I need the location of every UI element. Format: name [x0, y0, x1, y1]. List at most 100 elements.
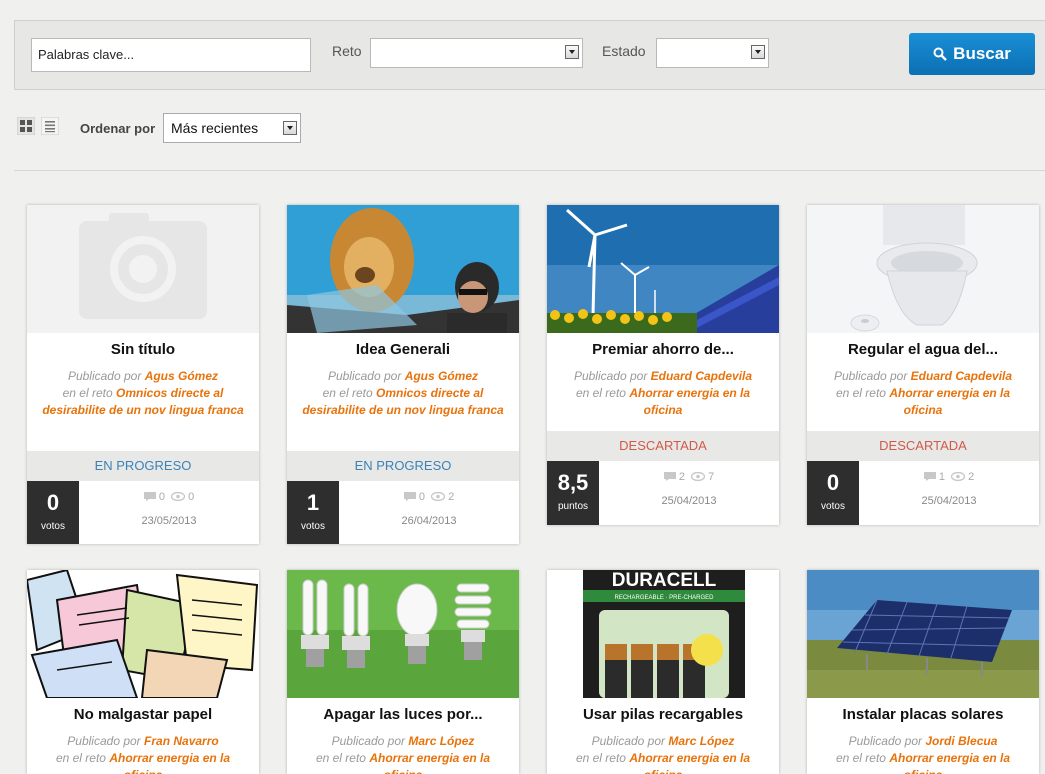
battery-brand-text: DURACELL: [612, 570, 717, 591]
author-link[interactable]: Jordi Blecua: [925, 734, 997, 748]
list-view-icon[interactable]: [41, 117, 60, 135]
grid-view-icon[interactable]: [17, 117, 35, 135]
card-title[interactable]: Regular el agua del...: [807, 341, 1039, 358]
views-icon: [691, 471, 706, 483]
status-badge: EN PROGRESO: [287, 451, 519, 481]
card-title[interactable]: Sin título: [27, 341, 259, 358]
views-count: 7: [708, 471, 715, 483]
idea-card[interactable]: Idea Generali Publicado por Agus Gómez e…: [287, 205, 519, 544]
author-link[interactable]: Eduard Capdevila: [651, 369, 752, 383]
reto-select[interactable]: [370, 38, 583, 68]
published-by-text: Publicado por: [67, 734, 141, 748]
comments-count: 0: [158, 491, 165, 503]
chevron-down-icon[interactable]: [751, 45, 765, 59]
card-image-bulbs: [287, 570, 519, 698]
card-byline: Publicado por Agus Gómez en el reto Omni…: [301, 368, 505, 419]
author-link[interactable]: Agus Gómez: [145, 369, 218, 383]
card-title[interactable]: Apagar las luces por...: [287, 706, 519, 723]
comments-icon: [923, 471, 936, 483]
challenge-link[interactable]: Ahorrar energia en la oficina: [889, 751, 1010, 774]
card-date: 23/05/2013: [141, 515, 197, 527]
idea-card[interactable]: Apagar las luces por... Publicado por Ma…: [287, 570, 519, 774]
comments-icon: [663, 471, 676, 483]
idea-card[interactable]: Sin título Publicado por Agus Gómez en e…: [27, 205, 259, 544]
vote-box[interactable]: 0 votos: [27, 481, 79, 544]
card-byline: Publicado por Marc López en el reto Ahor…: [301, 733, 505, 774]
card-byline: Publicado por Eduard Capdevila en el ret…: [821, 368, 1025, 419]
views-count: 2: [968, 471, 975, 483]
camera-icon: [79, 213, 207, 319]
status-badge: DESCARTADA: [807, 431, 1039, 461]
vote-unit: votos: [821, 501, 845, 512]
views-icon: [431, 491, 446, 503]
published-by-text: Publicado por: [331, 734, 406, 748]
card-image-batteries: DURACELL RECHARGEABLE · PRE-CHARGED: [547, 570, 779, 698]
idea-card[interactable]: Premiar ahorro de... Publicado por Eduar…: [547, 205, 779, 525]
score-unit: puntos: [557, 501, 589, 512]
card-title[interactable]: No malgastar papel: [27, 706, 259, 723]
challenge-prefix: en el reto: [575, 751, 626, 765]
author-link[interactable]: Marc López: [408, 734, 474, 748]
challenge-link[interactable]: Ahorrar energia en la oficina: [629, 751, 750, 774]
card-date: 25/04/2013: [661, 495, 717, 507]
card-byline: Publicado por Jordi Blecua en el reto Ah…: [821, 733, 1025, 774]
card-image-placeholder: [27, 205, 259, 333]
challenge-link[interactable]: Ahorrar energia en la oficina: [109, 751, 230, 774]
search-button[interactable]: Buscar: [909, 33, 1035, 75]
search-icon: [933, 47, 948, 61]
challenge-link[interactable]: Ahorrar energia en la oficina: [629, 386, 750, 417]
challenge-prefix: en el reto: [835, 751, 886, 765]
vote-count: 0: [826, 470, 840, 495]
chevron-down-icon[interactable]: [565, 45, 579, 59]
reto-label: Reto: [332, 43, 362, 59]
card-meta: 2 7 25/04/2013: [599, 471, 779, 507]
search-panel: Palabras clave... Reto Estado Buscar: [14, 20, 1045, 90]
status-badge: EN PROGRESO: [27, 451, 259, 481]
idea-card[interactable]: No malgastar papel Publicado por Fran Na…: [27, 570, 259, 774]
challenge-link[interactable]: Ahorrar energia en la oficina: [889, 386, 1010, 417]
published-by-text: Publicado por: [591, 734, 666, 748]
views-count: 2: [448, 491, 455, 503]
comments-icon: [403, 491, 416, 503]
estado-select[interactable]: [656, 38, 769, 68]
chevron-down-icon[interactable]: [283, 121, 297, 135]
card-image-lion-car: [287, 205, 519, 333]
card-title[interactable]: Usar pilas recargables: [547, 706, 779, 723]
card-image-wind-solar: [547, 205, 779, 333]
published-by-text: Publicado por: [833, 369, 908, 383]
views-icon: [951, 471, 966, 483]
vote-box[interactable]: 1 votos: [287, 481, 339, 544]
comments-count: 0: [418, 491, 425, 503]
vote-box[interactable]: 0 votos: [807, 461, 859, 525]
order-label: Ordenar por: [80, 121, 156, 136]
search-button-label: Buscar: [953, 44, 1011, 63]
views-count: 0: [188, 491, 195, 503]
challenge-prefix: en el reto: [62, 386, 113, 400]
vote-box[interactable]: 8,5 puntos: [547, 461, 599, 525]
view-switcher: [17, 117, 61, 135]
order-select-value: Más recientes: [171, 120, 259, 136]
card-title[interactable]: Idea Generali: [287, 341, 519, 358]
challenge-link[interactable]: Ahorrar energia en la oficina: [369, 751, 490, 774]
author-link[interactable]: Marc López: [668, 734, 734, 748]
idea-card[interactable]: Regular el agua del... Publicado por Edu…: [807, 205, 1039, 525]
card-image-toilet: [807, 205, 1039, 333]
challenge-prefix: en el reto: [55, 751, 106, 765]
author-link[interactable]: Eduard Capdevila: [911, 369, 1012, 383]
card-byline: Publicado por Fran Navarro en el reto Ah…: [41, 733, 245, 774]
challenge-prefix: en el reto: [315, 751, 366, 765]
card-meta: 0 0 23/05/2013: [79, 491, 259, 527]
idea-card[interactable]: Instalar placas solares Publicado por Jo…: [807, 570, 1039, 774]
published-by-text: Publicado por: [573, 369, 648, 383]
card-title[interactable]: Premiar ahorro de...: [547, 341, 779, 358]
score-value: 8,5: [557, 470, 589, 495]
order-select[interactable]: Más recientes: [163, 113, 301, 143]
card-image-solar-panels: [807, 570, 1039, 698]
challenge-prefix: en el reto: [575, 386, 626, 400]
comments-count: 2: [678, 471, 685, 483]
author-link[interactable]: Agus Gómez: [405, 369, 478, 383]
keywords-input[interactable]: Palabras clave...: [31, 38, 311, 72]
author-link[interactable]: Fran Navarro: [144, 734, 219, 748]
idea-card[interactable]: DURACELL RECHARGEABLE · PRE-CHARGED Usar…: [547, 570, 779, 774]
card-title[interactable]: Instalar placas solares: [807, 706, 1039, 723]
